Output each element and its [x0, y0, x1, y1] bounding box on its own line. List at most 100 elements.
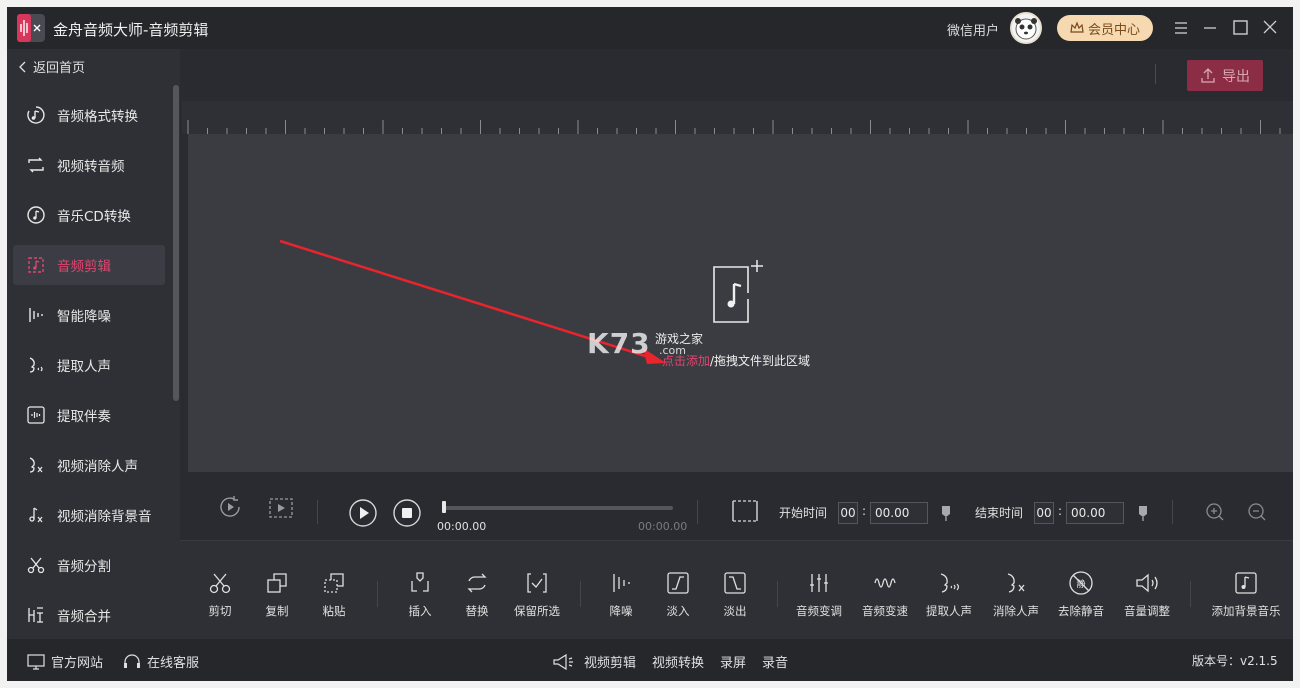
- time-colon: :: [1058, 504, 1063, 518]
- export-button[interactable]: 导出: [1187, 60, 1263, 91]
- tool-label: 保留所选: [514, 604, 560, 618]
- app-title: 金舟音频大师-音频剪辑: [53, 21, 209, 39]
- divider: [317, 500, 318, 524]
- tool-label: 音量调整: [1124, 604, 1170, 618]
- start-minutes-field[interactable]: 00: [838, 502, 858, 524]
- tool-label: 添加背景音乐: [1211, 604, 1281, 618]
- sidebar-item-video-remove-bgm[interactable]: 视频消除背景音: [13, 495, 165, 535]
- sidebar-item-accompaniment[interactable]: 提取伴奏: [13, 395, 165, 435]
- sidebar-item-label: 提取人声: [57, 359, 111, 375]
- tool-fade-in[interactable]: 淡入: [648, 569, 708, 619]
- user-name[interactable]: 微信用户: [947, 20, 999, 39]
- sidebar-item-voice-extract[interactable]: 提取人声: [13, 345, 165, 385]
- tool-cut[interactable]: 剪切: [190, 569, 250, 619]
- set-end-marker-icon[interactable]: [1137, 505, 1149, 521]
- maximize-icon[interactable]: [1229, 17, 1251, 39]
- drop-hint-text: /拖拽文件到此区域: [710, 354, 811, 368]
- tool-keep-selection[interactable]: 保留所选: [507, 569, 567, 619]
- paste-icon: [320, 569, 348, 597]
- back-home-link[interactable]: 返回首页: [19, 57, 85, 76]
- sidebar-item-audio-edit[interactable]: 音频剪辑: [13, 245, 165, 285]
- play-selection-icon[interactable]: [268, 496, 294, 520]
- minimize-icon[interactable]: [1199, 17, 1221, 39]
- tool-speed[interactable]: 音频变速: [855, 569, 915, 619]
- selection-range-icon[interactable]: [731, 499, 759, 523]
- add-bgm-icon: [1232, 569, 1260, 597]
- playback-bar: 00:00.00 00:00.00 开始时间 00 : 00.00 结束时间 0…: [182, 472, 1293, 540]
- title-bar: 金舟音频大师-音频剪辑 微信用户 会员中心: [7, 7, 1293, 49]
- progress-handle[interactable]: [442, 501, 446, 513]
- tool-label: 插入: [408, 604, 432, 618]
- sidebar-item-video-to-audio[interactable]: 视频转音频: [13, 145, 165, 185]
- fade-out-icon: [721, 569, 749, 597]
- tool-remove-silence[interactable]: 静 去除静音: [1051, 569, 1111, 619]
- menu-icon[interactable]: [1170, 17, 1192, 39]
- promo-link-audio-record[interactable]: 录音: [762, 652, 788, 671]
- tool-fade-out[interactable]: 淡出: [705, 569, 765, 619]
- sidebar-item-label: 视频转音频: [57, 159, 125, 175]
- sidebar-item-cd[interactable]: 音乐CD转换: [13, 195, 165, 235]
- toolbar-divider: [1155, 64, 1156, 84]
- zoom-out-icon[interactable]: [1247, 502, 1267, 522]
- vip-center-button[interactable]: 会员中心: [1057, 15, 1153, 41]
- start-seconds-field[interactable]: 00.00: [870, 502, 928, 524]
- drop-hint: 点击添加/拖拽文件到此区域: [662, 352, 810, 369]
- replace-icon: [463, 569, 491, 597]
- avatar[interactable]: [1010, 12, 1042, 44]
- sidebar-item-label: 提取伴奏: [57, 409, 111, 425]
- promo-link-video-convert[interactable]: 视频转换: [652, 652, 704, 671]
- copy-icon: [263, 569, 291, 597]
- timeline-ruler: [182, 101, 1293, 134]
- zoom-in-icon[interactable]: [1205, 502, 1225, 522]
- tool-extract-voice[interactable]: 提取人声: [919, 569, 979, 619]
- divider: [1190, 581, 1191, 607]
- waveform-drop-area[interactable]: [188, 134, 1293, 472]
- tool-paste[interactable]: 粘贴: [304, 569, 364, 619]
- promo-links: 视频剪辑 视频转换 录屏 录音: [552, 652, 788, 671]
- tool-add-bgm[interactable]: 添加背景音乐: [1210, 569, 1282, 619]
- megaphone-icon: [552, 653, 574, 671]
- promo-link-video-edit[interactable]: 视频剪辑: [584, 652, 636, 671]
- divider: [1172, 500, 1173, 524]
- audio-convert-icon: [25, 104, 47, 126]
- tool-volume[interactable]: 音量调整: [1117, 569, 1177, 619]
- tool-copy[interactable]: 复制: [247, 569, 307, 619]
- sidebar-item-audio-convert[interactable]: 音频格式转换: [13, 95, 165, 135]
- sidebar-item-merge[interactable]: 音频合并: [13, 595, 165, 635]
- stop-button[interactable]: [392, 498, 422, 528]
- tool-pitch[interactable]: 音频变调: [789, 569, 849, 619]
- tool-noise-reduction[interactable]: 降噪: [591, 569, 651, 619]
- sidebar-scrollbar[interactable]: [173, 85, 179, 401]
- promo-link-screen-record[interactable]: 录屏: [720, 652, 746, 671]
- pitch-icon: [805, 569, 833, 597]
- play-button[interactable]: [348, 498, 378, 528]
- tool-label: 提取人声: [926, 604, 972, 618]
- version-label: 版本号：v2.1.5: [1192, 654, 1278, 668]
- online-service-label: 在线客服: [147, 656, 200, 671]
- progress-track[interactable]: [442, 506, 673, 510]
- set-start-marker-icon[interactable]: [940, 505, 952, 521]
- divider: [377, 581, 378, 607]
- tool-insert[interactable]: 插入: [390, 569, 450, 619]
- close-icon[interactable]: [1259, 17, 1281, 39]
- sidebar-item-label: 视频消除人声: [57, 459, 138, 475]
- sidebar-item-split[interactable]: 音频分割: [13, 545, 165, 585]
- add-music-file-icon: [713, 260, 763, 323]
- sidebar-item-video-remove-voice[interactable]: 视频消除人声: [13, 445, 165, 485]
- official-website-link[interactable]: 官方网站: [27, 652, 103, 671]
- tool-label: 音频变调: [796, 604, 842, 618]
- online-service-link[interactable]: 在线客服: [123, 652, 199, 671]
- tool-remove-voice[interactable]: 消除人声: [986, 569, 1046, 619]
- extract-voice-icon: [935, 569, 963, 597]
- tool-label: 音频变速: [862, 604, 908, 618]
- tool-replace[interactable]: 替换: [447, 569, 507, 619]
- cd-icon: [25, 204, 47, 226]
- sidebar-item-denoise[interactable]: 智能降噪: [13, 295, 165, 335]
- replay-icon[interactable]: [217, 494, 243, 520]
- end-seconds-field[interactable]: 00.00: [1066, 502, 1124, 524]
- tool-label: 降噪: [609, 604, 633, 618]
- end-minutes-field[interactable]: 00: [1034, 502, 1054, 524]
- status-bar: 官方网站 在线客服 视频剪辑 视频转换 录屏 录音 版本号：v2.1.5: [7, 639, 1293, 681]
- video-remove-bgm-icon: [25, 504, 47, 526]
- click-add-link[interactable]: 点击添加: [662, 354, 710, 368]
